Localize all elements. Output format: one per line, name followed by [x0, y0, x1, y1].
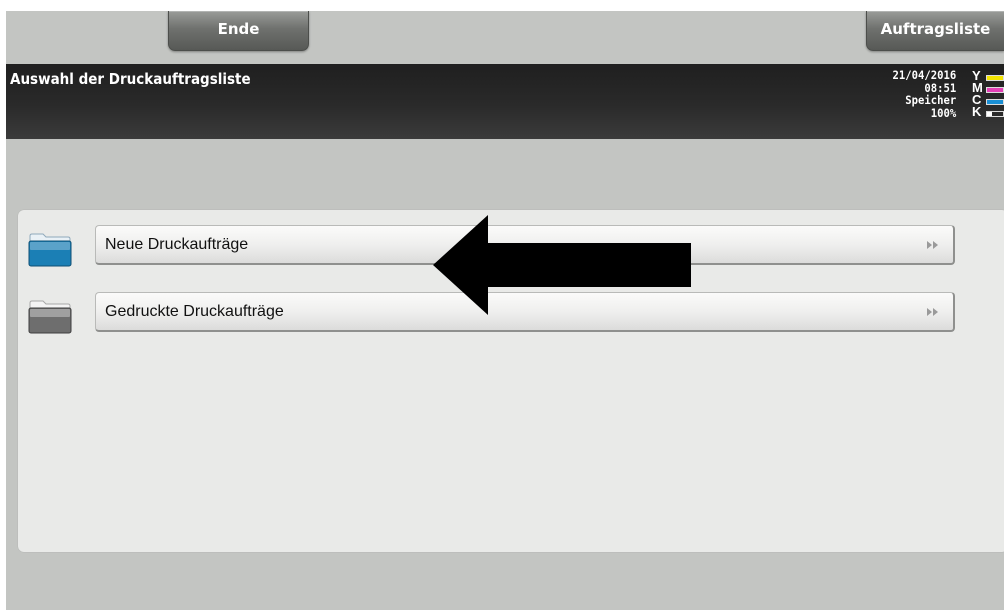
folder-gray-icon — [28, 300, 72, 334]
arrow-left-icon — [433, 215, 691, 315]
end-button[interactable]: Ende — [168, 11, 309, 51]
screen: Ende Auftragsliste Auswahl der Druckauft… — [6, 11, 1004, 610]
double-chevron-right-icon — [927, 241, 938, 249]
toner-levels: Y M C K — [970, 69, 1004, 119]
toner-magenta-bar — [986, 87, 1004, 93]
date-display: 21/04/2016 — [892, 68, 956, 82]
toner-cyan-bar — [986, 99, 1004, 105]
status-info: 21/04/2016 08:51 Speicher 100% — [892, 69, 956, 119]
memory-value: 100% — [930, 105, 956, 120]
double-chevron-right-icon — [927, 308, 938, 316]
folder-label: Neue Druckaufträge — [105, 236, 249, 253]
header-bar: Auswahl der Druckauftragsliste 21/04/201… — [6, 64, 1004, 139]
memory-label: Speicher — [905, 93, 956, 107]
toner-black-bar — [986, 111, 1004, 117]
toner-yellow-bar — [986, 75, 1004, 81]
job-list-button[interactable]: Auftragsliste — [866, 11, 1004, 51]
folder-label: Gedruckte Druckaufträge — [105, 303, 284, 320]
folder-blue-icon — [28, 233, 72, 267]
toner-letter: K — [972, 104, 982, 119]
toner-black: K — [970, 104, 1004, 119]
page-title: Auswahl der Druckauftragsliste — [10, 70, 251, 88]
